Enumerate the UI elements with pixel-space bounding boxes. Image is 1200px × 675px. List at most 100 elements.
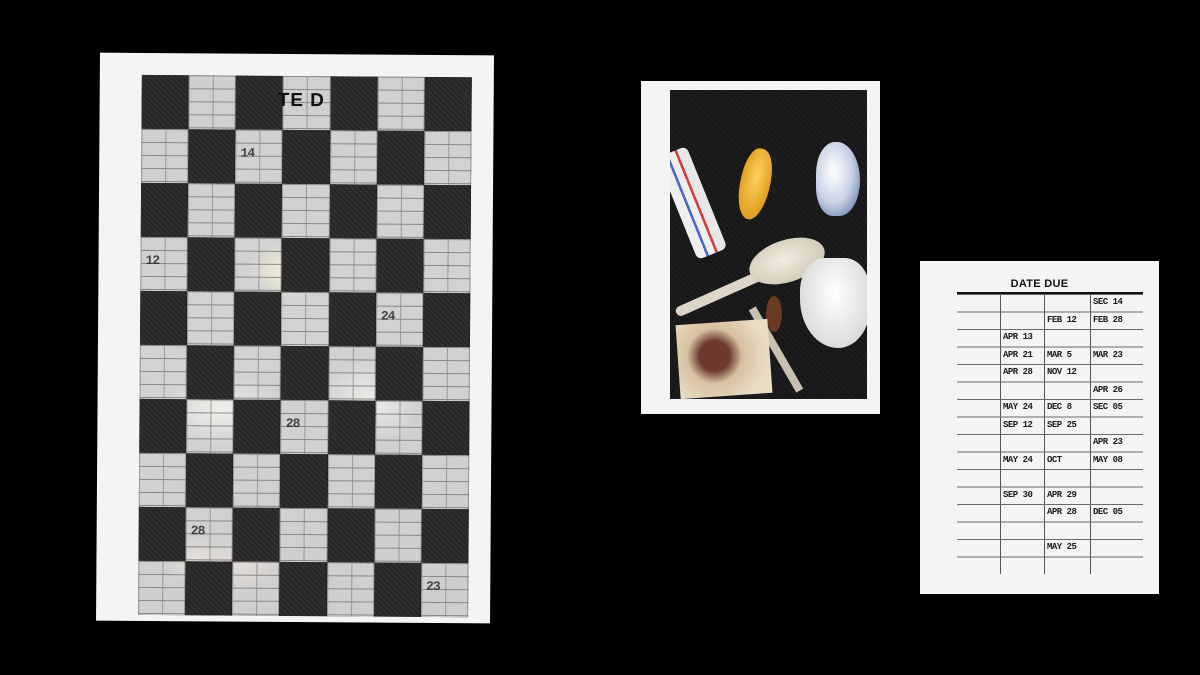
- still-life-photo: [670, 90, 867, 399]
- weave-strip-light: [282, 183, 330, 239]
- weave-strip-dark: [282, 129, 331, 185]
- weave-date-fragment: 24: [380, 308, 395, 324]
- weave-row: 28: [138, 506, 469, 564]
- weave-strip-light: [279, 507, 328, 563]
- weave-strip-light: [422, 346, 470, 402]
- weave-row: [139, 344, 470, 402]
- weave-strip-dark: [373, 562, 422, 617]
- still-life-photo-card: [641, 81, 880, 414]
- weave-strip-light: [233, 345, 282, 400]
- weave-strip-light: [187, 183, 236, 238]
- weave-strip-light: [188, 75, 237, 130]
- weave-row: 14: [141, 128, 472, 186]
- weave-strip-dark: [140, 182, 189, 238]
- toast-slice: [675, 318, 773, 399]
- date-due-stamp: MAY 24: [1003, 454, 1033, 465]
- date-due-stamp: SEP 30: [1003, 489, 1033, 500]
- weave-strip-dark: [374, 454, 423, 509]
- weave-strip-light: 23: [420, 562, 469, 618]
- weave-date-fragment: 28: [190, 523, 205, 539]
- date-due-stamp: MAY 25: [1047, 542, 1077, 552]
- weave-strip-dark: [421, 508, 469, 564]
- date-due-title: DATE DUE: [1010, 278, 1069, 290]
- weave-strip-dark: [375, 346, 423, 401]
- weave-strip-dark: [281, 237, 330, 293]
- date-due-stamp: MAY 08: [1093, 454, 1123, 465]
- weave-strip-dark: [422, 400, 470, 456]
- weave-strip-light: 24: [375, 292, 424, 347]
- white-glove: [800, 258, 867, 348]
- weave-strip-dark: [330, 76, 378, 131]
- weave-date-fragment: 12: [145, 252, 160, 269]
- date-due-grid: SEC 14 FEB 12 FEB 28 APR 13 APR 21 MAR 5 MAR 2…: [957, 292, 1143, 574]
- date-due-stamp: APR 13: [1003, 332, 1033, 342]
- toothpaste-tube: [670, 146, 728, 260]
- weave-strip-dark: [423, 184, 472, 240]
- weave-strip-light: 28: [185, 507, 234, 562]
- weave-date-fragment: 28: [285, 415, 300, 432]
- weave-strip-light: [281, 291, 329, 347]
- weave-strip-dark: [326, 508, 375, 563]
- weave-strip-light: [234, 237, 283, 292]
- date-due-stamp: OCT: [1047, 454, 1062, 465]
- weave-strip-dark: [185, 453, 234, 508]
- weave-strip-light: [187, 291, 235, 346]
- weave-strip-light: [232, 561, 280, 616]
- weave-strip-dark: [232, 507, 281, 562]
- yellow-chip: [731, 145, 779, 223]
- weave-strip-light: 12: [140, 236, 188, 292]
- weave-strip-light: [423, 130, 472, 186]
- weave-strip-dark: [233, 399, 281, 454]
- date-due-stamp: APR 28: [1003, 367, 1033, 377]
- weave-strip-dark: [329, 184, 377, 239]
- weave-strip-dark: [280, 453, 328, 509]
- weave-row: [140, 182, 472, 240]
- weave-strip-dark: [139, 290, 188, 346]
- weave-strip-dark: [139, 398, 187, 454]
- weave-row: 12: [140, 236, 471, 294]
- weave-strip-light: [326, 562, 375, 617]
- date-due-stamp: APR 26: [1093, 384, 1123, 395]
- brown-object: [766, 296, 782, 332]
- weave-strip-light: [374, 400, 423, 455]
- weave-row: 23: [138, 560, 469, 618]
- weave-strip-dark: [376, 130, 425, 185]
- weave-strip-light: [423, 238, 471, 294]
- date-due-stamp: SEP 25: [1047, 419, 1077, 430]
- weave-strip-dark: [188, 129, 236, 184]
- date-due-stamp: NOV 12: [1047, 367, 1077, 377]
- weave-strip-dark: [185, 561, 233, 616]
- date-due-stamp: APR 23: [1093, 437, 1123, 447]
- weave-strip-light: [138, 560, 186, 616]
- date-due-stamp: FEB 12: [1047, 314, 1077, 325]
- date-due-stamp: DEC 05: [1093, 507, 1123, 517]
- weave-row: [138, 452, 470, 510]
- weave-strip-light: [421, 454, 470, 510]
- date-due-card: DATE DUE SEC 14 FEB 12 FEB 28 APR 13 APR 21 M…: [920, 261, 1159, 594]
- date-due-stamp: MAR 5: [1047, 349, 1072, 360]
- date-due-stamp: APR 21: [1003, 349, 1033, 360]
- date-due-stamp: SEC 14: [1093, 297, 1123, 307]
- weave-strip-light: [328, 238, 377, 293]
- weave-strip-light: [141, 128, 189, 184]
- weave-strip-light: [139, 344, 188, 400]
- weave-strip-dark: [186, 345, 235, 400]
- weave-strip-light: [376, 184, 424, 239]
- weave-strip-light: [328, 346, 376, 401]
- date-due-stamp: FEB 28: [1093, 314, 1123, 325]
- date-due-stamp: MAR 23: [1093, 349, 1123, 360]
- weave-strip-light: [186, 399, 234, 454]
- weave-row: 24: [139, 290, 471, 348]
- date-due-stamp: MAY 24: [1003, 402, 1033, 412]
- weave-strip-dark: [138, 506, 186, 562]
- crumpled-foil: [816, 142, 860, 216]
- weave-strip-dark: [141, 74, 189, 130]
- weave-strip-dark: [422, 292, 471, 348]
- date-due-stamp: APR 29: [1047, 489, 1077, 500]
- weave-date-fragment: 14: [240, 145, 255, 161]
- weave-strip-dark: [328, 292, 377, 347]
- weave-strip-light: 28: [280, 399, 329, 455]
- weave-strip-dark: [187, 237, 235, 292]
- weave-strip-dark: [234, 183, 283, 238]
- weave-strip-dark: [424, 76, 472, 132]
